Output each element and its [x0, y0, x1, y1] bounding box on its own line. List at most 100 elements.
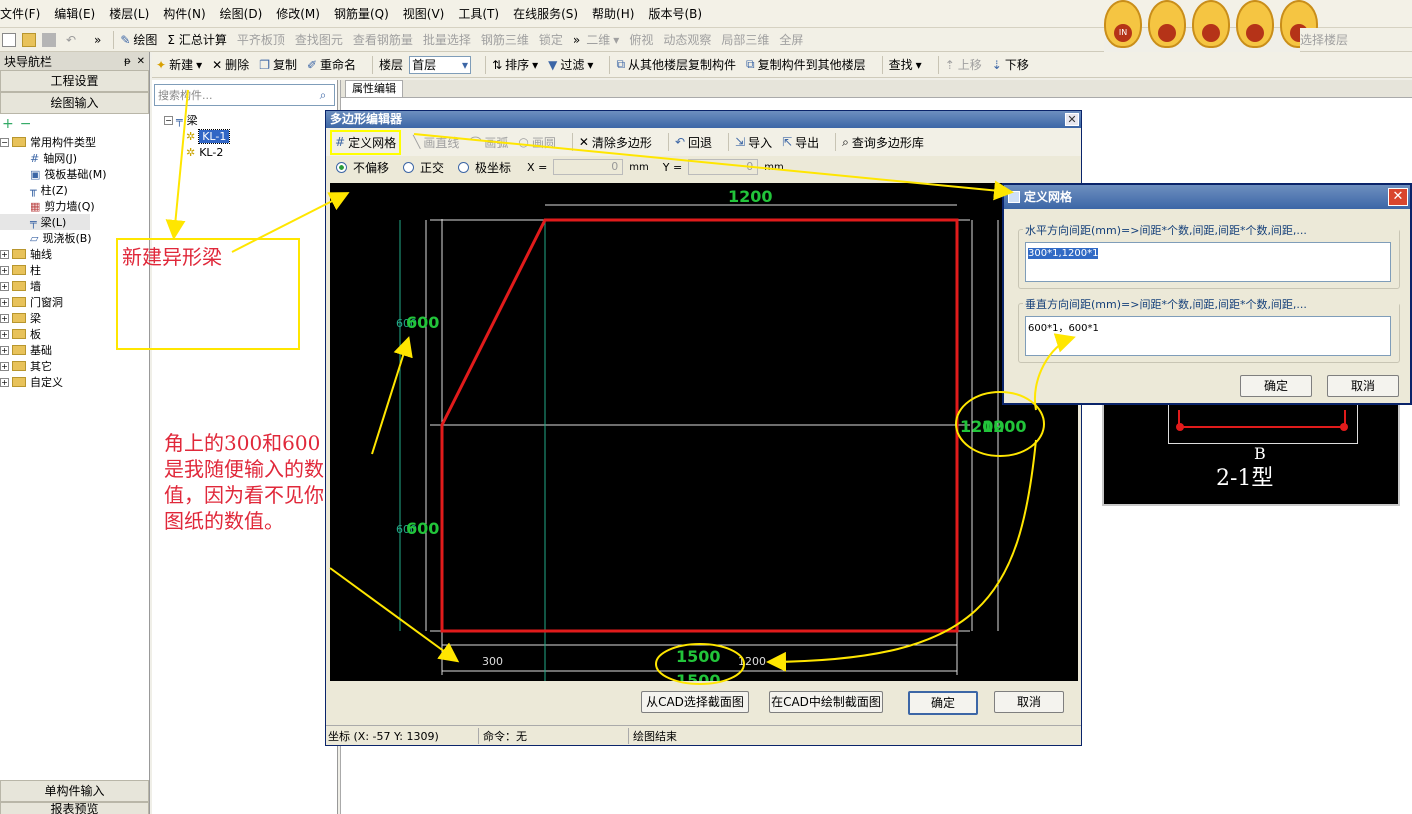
- cad-select-button[interactable]: 从CAD选择截面图: [641, 691, 749, 713]
- search-button[interactable]: 查找 ▾: [889, 56, 922, 73]
- tab-property-edit[interactable]: 属性编辑: [345, 80, 403, 97]
- tree-item-raft[interactable]: ▣ 筏板基础(M): [0, 166, 149, 182]
- expand-all-icon[interactable]: +: [2, 116, 14, 132]
- tree-folder-custom[interactable]: + 自定义: [0, 374, 149, 390]
- mascot-icon-3[interactable]: [1192, 0, 1230, 48]
- save-icon[interactable]: [42, 32, 56, 47]
- menu-file[interactable]: 文件(F): [0, 5, 40, 22]
- tree-folder-other[interactable]: + 其它: [0, 358, 149, 374]
- view-2d-select[interactable]: 二维 ▾: [586, 31, 619, 48]
- menu-rebar[interactable]: 钢筋量(Q): [334, 5, 389, 22]
- menu-help[interactable]: 帮助(H): [592, 5, 634, 22]
- grid-cancel-button[interactable]: 取消: [1327, 375, 1399, 397]
- filter-button[interactable]: ▼ 过滤 ▾: [548, 56, 593, 73]
- y-input[interactable]: 0: [688, 159, 759, 175]
- move-down-button[interactable]: ⇣ 下移: [992, 56, 1029, 73]
- ortho-radio[interactable]: [403, 161, 415, 173]
- find-element-button[interactable]: 查找图元: [295, 31, 343, 48]
- search-icon[interactable]: ⌕: [312, 88, 334, 103]
- copy-to-floor-button[interactable]: ⧉ 复制构件到其他楼层: [746, 56, 866, 73]
- pin-icon[interactable]: ᵽ: [124, 56, 131, 67]
- undo-icon[interactable]: ↶: [66, 33, 80, 47]
- expand-icon[interactable]: +: [0, 297, 9, 307]
- fullscreen-button[interactable]: 全屏: [779, 31, 803, 48]
- polygon-cancel-button[interactable]: 取消: [994, 691, 1064, 713]
- tree-item-shear-wall[interactable]: ▦ 剪力墙(Q): [0, 198, 149, 214]
- polygon-canvas[interactable]: 1200 600 600 600 600 1200 1200 300 1200 …: [330, 183, 1078, 681]
- close-icon[interactable]: ✕: [137, 56, 145, 67]
- expand-icon[interactable]: +: [0, 377, 9, 387]
- menu-floor[interactable]: 楼层(L): [109, 5, 149, 22]
- polar-radio[interactable]: [458, 161, 470, 173]
- export-button[interactable]: ⇱ 导出: [782, 134, 819, 151]
- mascot-icon-2[interactable]: [1148, 0, 1186, 48]
- search-input[interactable]: 搜索构件...: [155, 87, 312, 103]
- menu-tools[interactable]: 工具(T): [458, 5, 499, 22]
- expand-icon[interactable]: +: [0, 345, 9, 355]
- menu-version[interactable]: 版本号(B): [648, 5, 702, 22]
- local-3d-button[interactable]: 局部三维: [721, 31, 769, 48]
- component-item-kl1[interactable]: ✲ KL-1: [164, 128, 337, 144]
- single-component-input-button[interactable]: 单构件输入: [0, 780, 149, 802]
- tree-item-column[interactable]: ╥ 柱(Z): [0, 182, 149, 198]
- collapse-icon[interactable]: −: [0, 137, 9, 147]
- draw-line-button[interactable]: ╲ 画直线: [413, 134, 459, 151]
- align-slab-button[interactable]: 平齐板顶: [237, 31, 285, 48]
- copy-button[interactable]: ❐ 复制: [259, 56, 297, 73]
- dynamic-view-button[interactable]: 动态观察: [663, 31, 711, 48]
- rename-button[interactable]: ✐ 重命名: [307, 56, 356, 73]
- menu-modify[interactable]: 修改(M): [276, 5, 320, 22]
- move-up-button[interactable]: ⇡ 上移: [945, 56, 982, 73]
- cad-draw-button[interactable]: 在CAD中绘制截面图: [769, 691, 883, 713]
- draw-circle-button[interactable]: ○ 画圆: [518, 134, 556, 151]
- v-spacing-input[interactable]: 600*1，600*1: [1025, 316, 1391, 356]
- expand-icon[interactable]: +: [0, 361, 9, 371]
- polygon-ok-button[interactable]: 确定: [908, 691, 978, 715]
- batch-select-button[interactable]: 批量选择: [423, 31, 471, 48]
- top-view-button[interactable]: 俯视: [629, 31, 653, 48]
- sum-calc-button[interactable]: Σ 汇总计算: [167, 31, 226, 48]
- x-input[interactable]: 0: [553, 159, 624, 175]
- expand-icon[interactable]: +: [0, 281, 9, 291]
- expand-icon[interactable]: +: [0, 329, 9, 339]
- menu-component[interactable]: 构件(N): [163, 5, 205, 22]
- clear-polygon-button[interactable]: ✕ 清除多边形: [579, 134, 652, 151]
- menu-edit[interactable]: 编辑(E): [54, 5, 95, 22]
- tree-item-axis-grid[interactable]: # 轴网(J): [0, 150, 149, 166]
- open-folder-icon[interactable]: [22, 32, 36, 47]
- lock-button[interactable]: 锁定: [539, 31, 563, 48]
- sort-button[interactable]: ⇅ 排序 ▾: [492, 56, 538, 73]
- rebar-3d-button[interactable]: 钢筋三维: [481, 31, 529, 48]
- expand-icon[interactable]: +: [0, 249, 9, 259]
- draw-button[interactable]: ✎ 绘图: [120, 31, 157, 48]
- mascot-icon-4[interactable]: [1236, 0, 1274, 48]
- mascot-in-icon[interactable]: IN: [1104, 0, 1142, 48]
- view-rebar-button[interactable]: 查看钢筋量: [353, 31, 413, 48]
- undo-button[interactable]: ↶ 回退: [675, 134, 712, 151]
- draw-input-button[interactable]: 绘图输入: [0, 92, 149, 114]
- no-offset-radio[interactable]: [336, 161, 347, 173]
- h-spacing-input[interactable]: 300*1,1200*1: [1025, 242, 1391, 282]
- tree-common-types[interactable]: − 常用构件类型: [0, 134, 149, 150]
- expand-icon[interactable]: +: [0, 313, 9, 323]
- new-button[interactable]: ✦ 新建 ▾: [156, 56, 202, 73]
- toolbar-overflow-icon[interactable]: »: [94, 33, 101, 47]
- tree-item-beam[interactable]: ╤ 梁(L): [0, 214, 90, 230]
- menu-view[interactable]: 视图(V): [403, 5, 445, 22]
- menu-draw[interactable]: 绘图(D): [220, 5, 263, 22]
- toolbar-overflow-2-icon[interactable]: »: [573, 33, 580, 47]
- project-settings-button[interactable]: 工程设置: [0, 70, 149, 92]
- query-library-button[interactable]: ⌕ 查询多边形库: [842, 134, 924, 151]
- floor-select[interactable]: 首层 ▾: [409, 55, 472, 74]
- expand-icon[interactable]: +: [0, 265, 9, 275]
- menu-online[interactable]: 在线服务(S): [513, 5, 578, 22]
- select-floor-button[interactable]: 选择楼层: [1300, 31, 1348, 48]
- component-item-kl2[interactable]: ✲ KL-2: [164, 144, 337, 160]
- grid-ok-button[interactable]: 确定: [1240, 375, 1312, 397]
- copy-from-floor-button[interactable]: ⧉ 从其他楼层复制构件: [616, 56, 736, 73]
- define-grid-button[interactable]: # 定义网格: [330, 129, 402, 155]
- close-icon[interactable]: ✕: [1388, 188, 1408, 206]
- collapse-all-icon[interactable]: −: [20, 116, 32, 132]
- new-file-icon[interactable]: [2, 32, 16, 47]
- delete-button[interactable]: ✕ 删除: [212, 56, 249, 73]
